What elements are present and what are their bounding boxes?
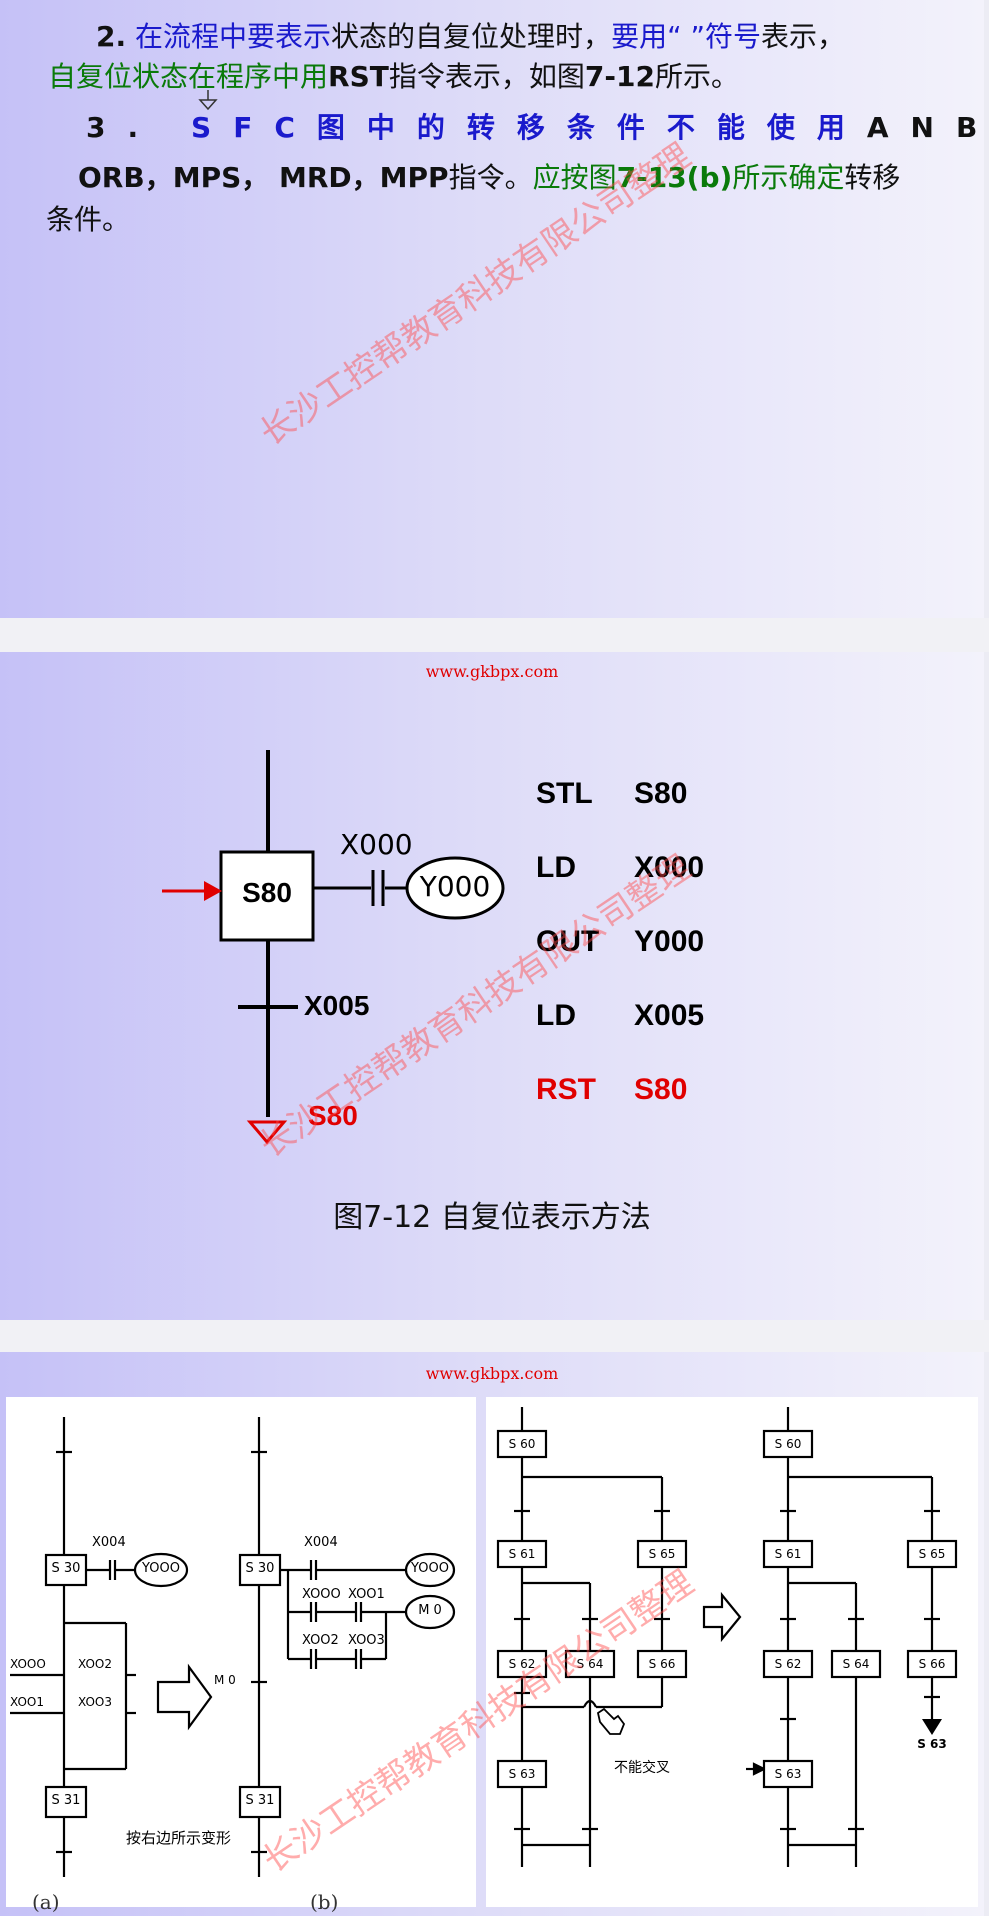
contact-label-x005: X005 — [304, 990, 370, 1021]
figure-panel-ab: S 30 X004 YOOO XOOO XOO1 XOO2 XOO3 S 31 … — [6, 1397, 476, 1907]
right-step-s62: S 62 — [774, 1657, 802, 1671]
entry-arrow-head — [204, 881, 222, 901]
transform-hint: 按右边所示变形 — [126, 1829, 232, 1847]
right-step-s65: S 65 — [918, 1547, 946, 1561]
no-crossing-note: 不能交叉 — [614, 1760, 670, 1776]
slide-self-reset-figure: www.gkbpx.com S80 X000 Y000 X005 S80 STL… — [0, 652, 984, 1320]
rule-2-text-b: 状态的自复位处理时， — [331, 20, 612, 53]
fig-a-step-s30: S 30 — [51, 1561, 81, 1576]
fig-b-contact-x001: XOO1 — [348, 1587, 385, 1602]
rule-3-number: 3. — [86, 111, 161, 144]
step-label-s80: S80 — [242, 877, 292, 908]
right-step-s61: S 61 — [774, 1547, 802, 1561]
fig-b-step-s30: S 30 — [245, 1561, 275, 1576]
instr-op-5: RST — [536, 1073, 596, 1106]
rule-3-line3: 条件。 — [46, 203, 131, 236]
fig-b-contact-x003: XOO3 — [348, 1633, 385, 1648]
fig-b-contact-x002: XOO2 — [302, 1633, 339, 1648]
contact-label-x000: X000 — [340, 828, 413, 861]
rule-2-text-e: 自复位状态在程序中用 — [48, 60, 329, 93]
right-step-s64: S 64 — [842, 1657, 870, 1671]
fig-b-coil-m0: M 0 — [418, 1603, 442, 1618]
slide-separator — [0, 618, 989, 652]
rule-2-line2: 自复位状态在程序中用RST指令表示，如图7-12所示。 — [48, 57, 739, 97]
rule-2-text-d: 表示， — [760, 20, 845, 53]
fig-b-contact-x000: XOOO — [302, 1587, 341, 1602]
rule-2-text-a: 在流程中要表示 — [135, 20, 332, 53]
jump-arrow-icon — [922, 1719, 942, 1735]
slide-rules-text: 2. 在流程中要表示状态的自复位处理时，要用“ ”符号表示， 自复位状态在程序中… — [0, 0, 984, 618]
instr-op-1: STL — [536, 777, 593, 810]
fig-b-transition-m0: M 0 — [214, 1673, 236, 1687]
left-step-s60: S 60 — [508, 1437, 536, 1451]
instr-op-4: LD — [536, 999, 576, 1032]
fig-a-coil-y000: YOOO — [142, 1561, 180, 1576]
jump-target-s63: S 63 — [917, 1737, 947, 1751]
fig-a-contact-x003: XOO3 — [78, 1695, 112, 1709]
fig-b-contact-x004: X004 — [304, 1535, 338, 1550]
left-step-s66: S 66 — [648, 1657, 676, 1671]
left-step-s61: S 61 — [508, 1547, 536, 1561]
rule-3-text-h: 转移 — [844, 161, 901, 194]
rule-2-text-f: RST — [328, 60, 389, 93]
rule-2-text-h: 7-12 — [584, 60, 655, 93]
coil-label-y000: Y000 — [419, 870, 491, 903]
fig-b-coil-y000: YOOO — [411, 1561, 449, 1576]
rule-3-line2: ORB，MPS， MRD，MPP指令。应按图7-13(b)所示确定转移 — [78, 158, 900, 198]
instr-op-2: LD — [536, 851, 576, 884]
fig-a-contact-x000: XOOO — [10, 1657, 46, 1671]
rule-2-text-i: 所示。 — [654, 60, 739, 93]
figure-label-b: (b) — [310, 1890, 339, 1914]
instr-arg-3: Y000 — [634, 925, 705, 958]
instr-arg-1: S80 — [634, 777, 688, 810]
pointing-hand-icon — [596, 1707, 626, 1735]
rule-3-line1: 3. SFC图中的转移条件不能使用ANB， — [86, 108, 984, 148]
rule-3-text-b: ANB， — [866, 111, 984, 144]
instr-arg-4: X005 — [634, 999, 705, 1032]
rule-2-line1: 2. 在流程中要表示状态的自复位处理时，要用“ ”符号表示， — [96, 17, 845, 57]
rule-3-text-g: 所示确定 — [732, 161, 845, 194]
figure-caption: 图7-12 自复位表示方法 — [333, 1200, 651, 1235]
instr-arg-5: S80 — [634, 1073, 688, 1106]
rule-2-number: 2. — [96, 20, 127, 53]
rule-3-text-a: SFC图中的转移条件不能使用 — [191, 111, 867, 144]
site-url: www.gkbpx.com — [425, 1364, 559, 1383]
ladder-figures-ab — [10, 1417, 456, 1877]
fig-b-step-s31: S 31 — [245, 1793, 275, 1808]
rule-3-text-d: 指令。 — [448, 161, 533, 194]
left-step-s65: S 65 — [648, 1547, 676, 1561]
rule-2-text-g: 指令表示，如图 — [388, 60, 585, 93]
right-step-s63: S 63 — [774, 1767, 802, 1781]
right-step-s60: S 60 — [774, 1437, 802, 1451]
rule-2-text-c: 要用“ ”符号 — [611, 20, 761, 53]
slide-separator — [0, 1320, 989, 1352]
rule-3-text-c: ORB，MPS， MRD，MPP — [78, 161, 449, 194]
slide-transition-conditions: www.gkbpx.com S 30 X004 YOOO XOOO XOO1 X… — [0, 1352, 984, 1916]
left-step-s63: S 63 — [508, 1767, 536, 1781]
figure-label-a: (a) — [32, 1890, 60, 1914]
fig-a-step-s31: S 31 — [51, 1793, 81, 1808]
fig-a-contact-x001: XOO1 — [10, 1695, 44, 1709]
fig-a-contact-x002: XOO2 — [78, 1657, 112, 1671]
right-step-s66: S 66 — [918, 1657, 946, 1671]
fig-a-contact-x004: X004 — [92, 1535, 126, 1550]
